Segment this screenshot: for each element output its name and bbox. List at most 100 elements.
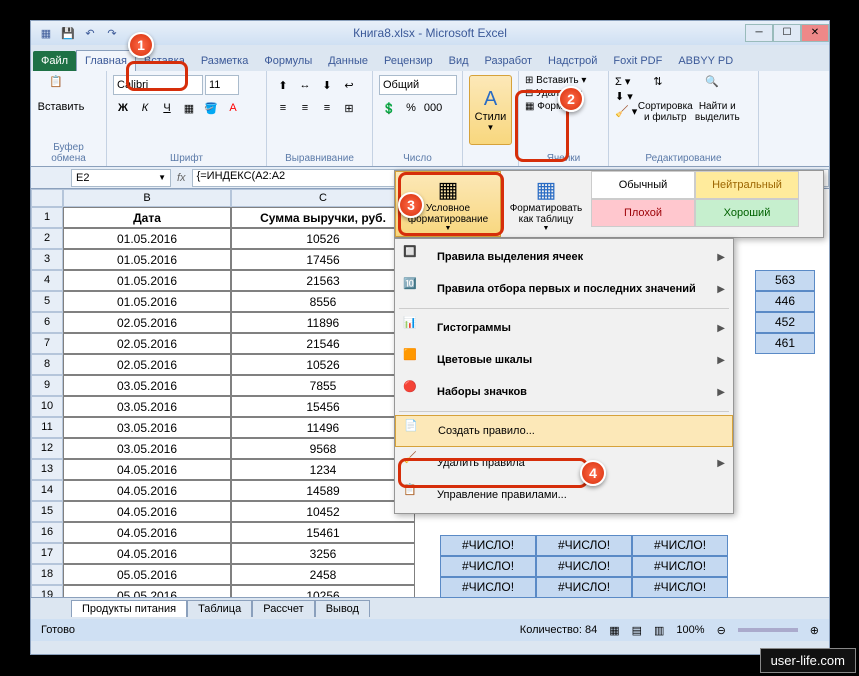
zoom-out-button[interactable]: ⊖ bbox=[717, 624, 726, 637]
row-header[interactable]: 13 bbox=[31, 459, 63, 480]
cell-revenue[interactable]: 3256 bbox=[231, 543, 415, 564]
cell-date[interactable]: 03.05.2016 bbox=[63, 417, 231, 438]
close-button[interactable]: ✕ bbox=[801, 24, 829, 42]
row-header[interactable]: 6 bbox=[31, 312, 63, 333]
currency-button[interactable]: 💲 bbox=[379, 98, 399, 118]
cell-error[interactable]: #ЧИСЛО! bbox=[536, 577, 632, 598]
cell-revenue[interactable]: 9568 bbox=[231, 438, 415, 459]
paste-button[interactable]: 📋Вставить bbox=[37, 75, 85, 141]
merge-button[interactable]: ⊞ bbox=[339, 98, 359, 118]
view-pagebreak-icon[interactable]: ▥ bbox=[654, 624, 664, 637]
cell-revenue[interactable]: 14589 bbox=[231, 480, 415, 501]
percent-button[interactable]: % bbox=[401, 98, 421, 118]
cell-revenue[interactable]: 7855 bbox=[231, 375, 415, 396]
cell-date[interactable]: 04.05.2016 bbox=[63, 459, 231, 480]
tab-file[interactable]: Файл bbox=[33, 51, 76, 71]
cell-date[interactable]: 01.05.2016 bbox=[63, 270, 231, 291]
cell-revenue[interactable]: 21563 bbox=[231, 270, 415, 291]
cell-error[interactable]: #ЧИСЛО! bbox=[536, 556, 632, 577]
cf-clear-rules[interactable]: 🧹Удалить правила▶ bbox=[395, 447, 733, 479]
row-header[interactable]: 16 bbox=[31, 522, 63, 543]
row-header[interactable]: 14 bbox=[31, 480, 63, 501]
row-header[interactable]: 15 bbox=[31, 501, 63, 522]
row-header[interactable]: 10 bbox=[31, 396, 63, 417]
comma-button[interactable]: 000 bbox=[423, 98, 443, 118]
cf-top-bottom[interactable]: 🔟Правила отбора первых и последних значе… bbox=[395, 273, 733, 305]
fx-icon[interactable]: fx bbox=[177, 172, 186, 184]
tab-dev[interactable]: Разработ bbox=[477, 51, 540, 71]
cell-revenue[interactable]: 10452 bbox=[231, 501, 415, 522]
view-normal-icon[interactable]: ▦ bbox=[609, 624, 619, 637]
cell-date[interactable]: 03.05.2016 bbox=[63, 396, 231, 417]
border-button[interactable]: ▦ bbox=[179, 98, 199, 118]
cell-error[interactable]: #ЧИСЛО! bbox=[632, 556, 728, 577]
row-header[interactable]: 12 bbox=[31, 438, 63, 459]
cell-revenue[interactable]: 1234 bbox=[231, 459, 415, 480]
font-size-combo[interactable]: 11 bbox=[205, 75, 239, 95]
cell-revenue[interactable]: 11896 bbox=[231, 312, 415, 333]
cf-highlight-cells[interactable]: 🔲Правила выделения ячеек▶ bbox=[395, 241, 733, 273]
sheet-tab-calc[interactable]: Рассчет bbox=[252, 600, 315, 617]
cell-error[interactable]: #ЧИСЛО! bbox=[632, 535, 728, 556]
align-center-button[interactable]: ≡ bbox=[295, 98, 315, 118]
zoom-in-button[interactable]: ⊕ bbox=[810, 624, 819, 637]
header-date[interactable]: Дата bbox=[63, 207, 231, 228]
undo-icon[interactable]: ↶ bbox=[81, 24, 99, 42]
cell-date[interactable]: 01.05.2016 bbox=[63, 249, 231, 270]
row-header[interactable]: 11 bbox=[31, 417, 63, 438]
cell-date[interactable]: 04.05.2016 bbox=[63, 480, 231, 501]
sheet-tab-table[interactable]: Таблица bbox=[187, 600, 252, 617]
row-header[interactable]: 5 bbox=[31, 291, 63, 312]
row-header[interactable]: 1 bbox=[31, 207, 63, 228]
cell-date[interactable]: 01.05.2016 bbox=[63, 228, 231, 249]
cell-date[interactable]: 03.05.2016 bbox=[63, 438, 231, 459]
wrap-button[interactable]: ↩ bbox=[339, 75, 359, 95]
cf-color-scales[interactable]: 🟧Цветовые шкалы▶ bbox=[395, 344, 733, 376]
cf-new-rule[interactable]: 📄Создать правило... bbox=[395, 415, 733, 447]
sort-filter-button[interactable]: ⇅Сортировка и фильтр bbox=[641, 75, 689, 141]
cell-date[interactable]: 04.05.2016 bbox=[63, 501, 231, 522]
tab-data[interactable]: Данные bbox=[320, 51, 376, 71]
align-right-button[interactable]: ≡ bbox=[317, 98, 337, 118]
cell-error[interactable]: #ЧИСЛО! bbox=[440, 556, 536, 577]
align-top-button[interactable]: ⬆ bbox=[273, 75, 293, 95]
cell-revenue[interactable]: 21546 bbox=[231, 333, 415, 354]
col-header-c[interactable]: C bbox=[231, 189, 415, 207]
tab-view[interactable]: Вид bbox=[441, 51, 477, 71]
row-header[interactable]: 18 bbox=[31, 564, 63, 585]
style-neutral[interactable]: Нейтральный bbox=[695, 171, 799, 199]
format-as-table-button[interactable]: ▦ Форматировать как таблицу▼ bbox=[501, 171, 591, 237]
cell-revenue[interactable]: 11496 bbox=[231, 417, 415, 438]
cell-date[interactable]: 05.05.2016 bbox=[63, 564, 231, 585]
name-box[interactable]: E2▼ bbox=[71, 169, 171, 187]
col-header-b[interactable]: B bbox=[63, 189, 231, 207]
maximize-button[interactable]: ☐ bbox=[773, 24, 801, 42]
tab-addins[interactable]: Надстрой bbox=[540, 51, 605, 71]
cell-date[interactable]: 02.05.2016 bbox=[63, 312, 231, 333]
style-bad[interactable]: Плохой bbox=[591, 199, 695, 227]
cf-manage-rules[interactable]: 📋Управление правилами... bbox=[395, 479, 733, 511]
cell-date[interactable]: 02.05.2016 bbox=[63, 354, 231, 375]
align-mid-button[interactable]: ↔ bbox=[295, 75, 315, 95]
save-icon[interactable]: 💾 bbox=[59, 24, 77, 42]
row-header[interactable]: 7 bbox=[31, 333, 63, 354]
cell-date[interactable]: 04.05.2016 bbox=[63, 543, 231, 564]
font-name-combo[interactable]: Calibri bbox=[113, 75, 203, 95]
row-header[interactable]: 19 bbox=[31, 585, 63, 597]
select-all-corner[interactable] bbox=[31, 189, 63, 207]
align-left-button[interactable]: ≡ bbox=[273, 98, 293, 118]
row-header[interactable]: 8 bbox=[31, 354, 63, 375]
cell-revenue[interactable]: 10526 bbox=[231, 228, 415, 249]
fill-button[interactable]: ⬇ ▾ bbox=[615, 90, 637, 103]
cell-revenue[interactable]: 2458 bbox=[231, 564, 415, 585]
clear-button[interactable]: 🧹 ▾ bbox=[615, 105, 637, 118]
cell-date[interactable]: 01.05.2016 bbox=[63, 291, 231, 312]
zoom-slider[interactable] bbox=[738, 628, 798, 632]
cell-date[interactable]: 05.05.2016 bbox=[63, 585, 231, 597]
sheet-tab-products[interactable]: Продукты питания bbox=[71, 600, 187, 617]
zoom-level[interactable]: 100% bbox=[676, 624, 704, 636]
row-header[interactable]: 17 bbox=[31, 543, 63, 564]
view-layout-icon[interactable]: ▤ bbox=[632, 624, 642, 637]
cell-revenue[interactable]: 15456 bbox=[231, 396, 415, 417]
cell-date[interactable]: 02.05.2016 bbox=[63, 333, 231, 354]
